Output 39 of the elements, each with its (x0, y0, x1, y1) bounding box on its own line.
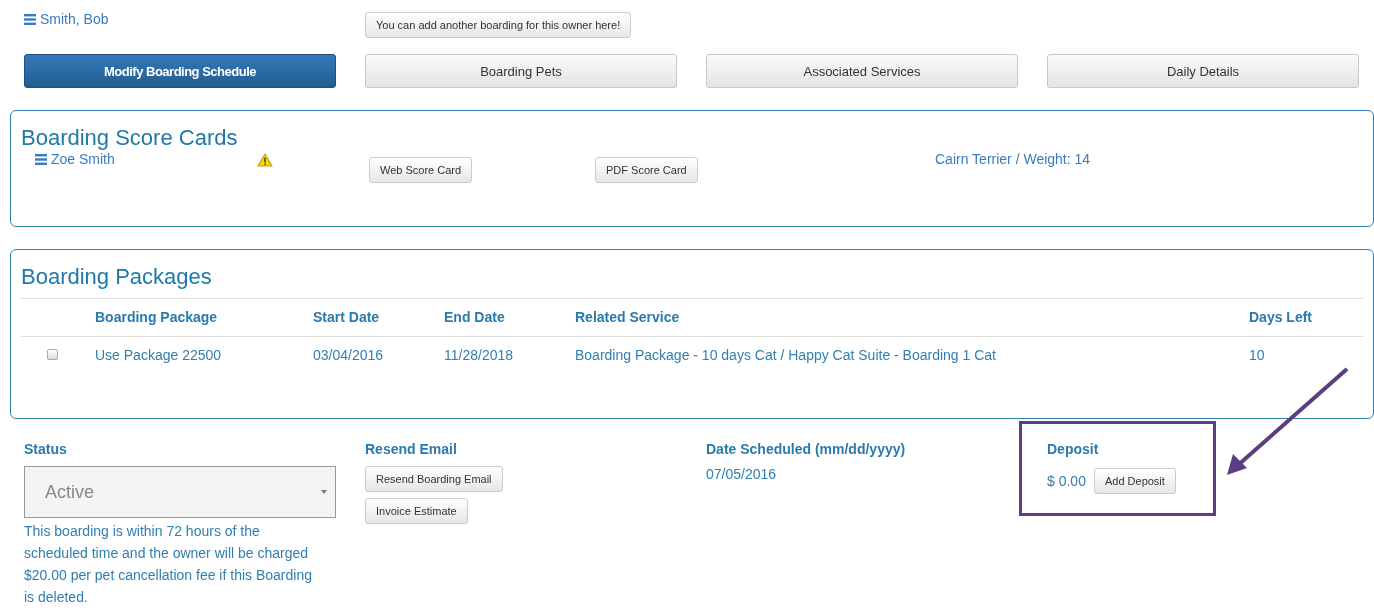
date-scheduled-label: Date Scheduled (mm/dd/yyyy) (706, 441, 906, 457)
column-header: End Date (444, 309, 505, 325)
action-button[interactable]: Resend Boarding Email (365, 466, 503, 492)
tab[interactable]: Modify Boarding Schedule (24, 54, 336, 88)
arrow-icon (1225, 366, 1350, 478)
deposit-amount: $ 0.00 (1047, 473, 1086, 489)
caret-icon (321, 490, 327, 494)
add-boarding-button[interactable]: You can add another boarding for this owner here! (365, 12, 632, 38)
pet-details: Cairn Terrier / Weight: 14 (935, 151, 1092, 167)
table-cell: Use Package 22500 (95, 347, 222, 363)
tab[interactable]: Associated Services (706, 54, 1018, 88)
add-deposit-button[interactable]: Add Deposit (1093, 468, 1176, 494)
cancellation-note: This boarding is within 72 hours of the scheduled time and the owner will be charged $20.00 per pet cancellation fee if this Boarding is deleted. (24, 522, 313, 607)
web-score-card-button[interactable]: Web Score Card (369, 157, 473, 183)
owner-name[interactable]: Smith, Bob (40, 11, 109, 27)
row-checkbox[interactable] (47, 349, 58, 360)
pdf-score-card-button[interactable]: PDF Score Card (595, 157, 698, 183)
tab[interactable]: Boarding Pets (365, 54, 677, 88)
action-button[interactable]: Invoice Estimate (365, 498, 468, 524)
column-header: Days Left (1249, 309, 1313, 325)
column-header: Related Service (575, 309, 680, 325)
resend-email-label: Resend Email (365, 441, 457, 457)
deposit-label: Deposit (1047, 441, 1099, 457)
tab[interactable]: Daily Details (1047, 54, 1359, 88)
date-scheduled: 07/05/2016 (706, 466, 777, 482)
pet-name[interactable]: Zoe Smith (51, 151, 115, 167)
table-cell: Boarding Package - 10 days Cat / Happy Cat Suite - Boarding 1 Cat (575, 347, 996, 363)
menu-icon (35, 153, 47, 165)
panel-title: Boarding Packages (21, 264, 213, 290)
status-label: Status (24, 441, 67, 457)
table-cell: 10 (1249, 347, 1265, 363)
column-header: Start Date (313, 309, 380, 325)
owner-link[interactable]: Smith, Bob (24, 11, 109, 27)
menu-icon (24, 13, 36, 25)
table-cell: 03/04/2016 (313, 347, 384, 363)
column-header: Boarding Package (95, 309, 218, 325)
table-cell: 11/28/2018 (444, 347, 514, 363)
panel-title: Boarding Score Cards (21, 125, 239, 151)
pet-link[interactable]: Zoe Smith (35, 151, 257, 167)
